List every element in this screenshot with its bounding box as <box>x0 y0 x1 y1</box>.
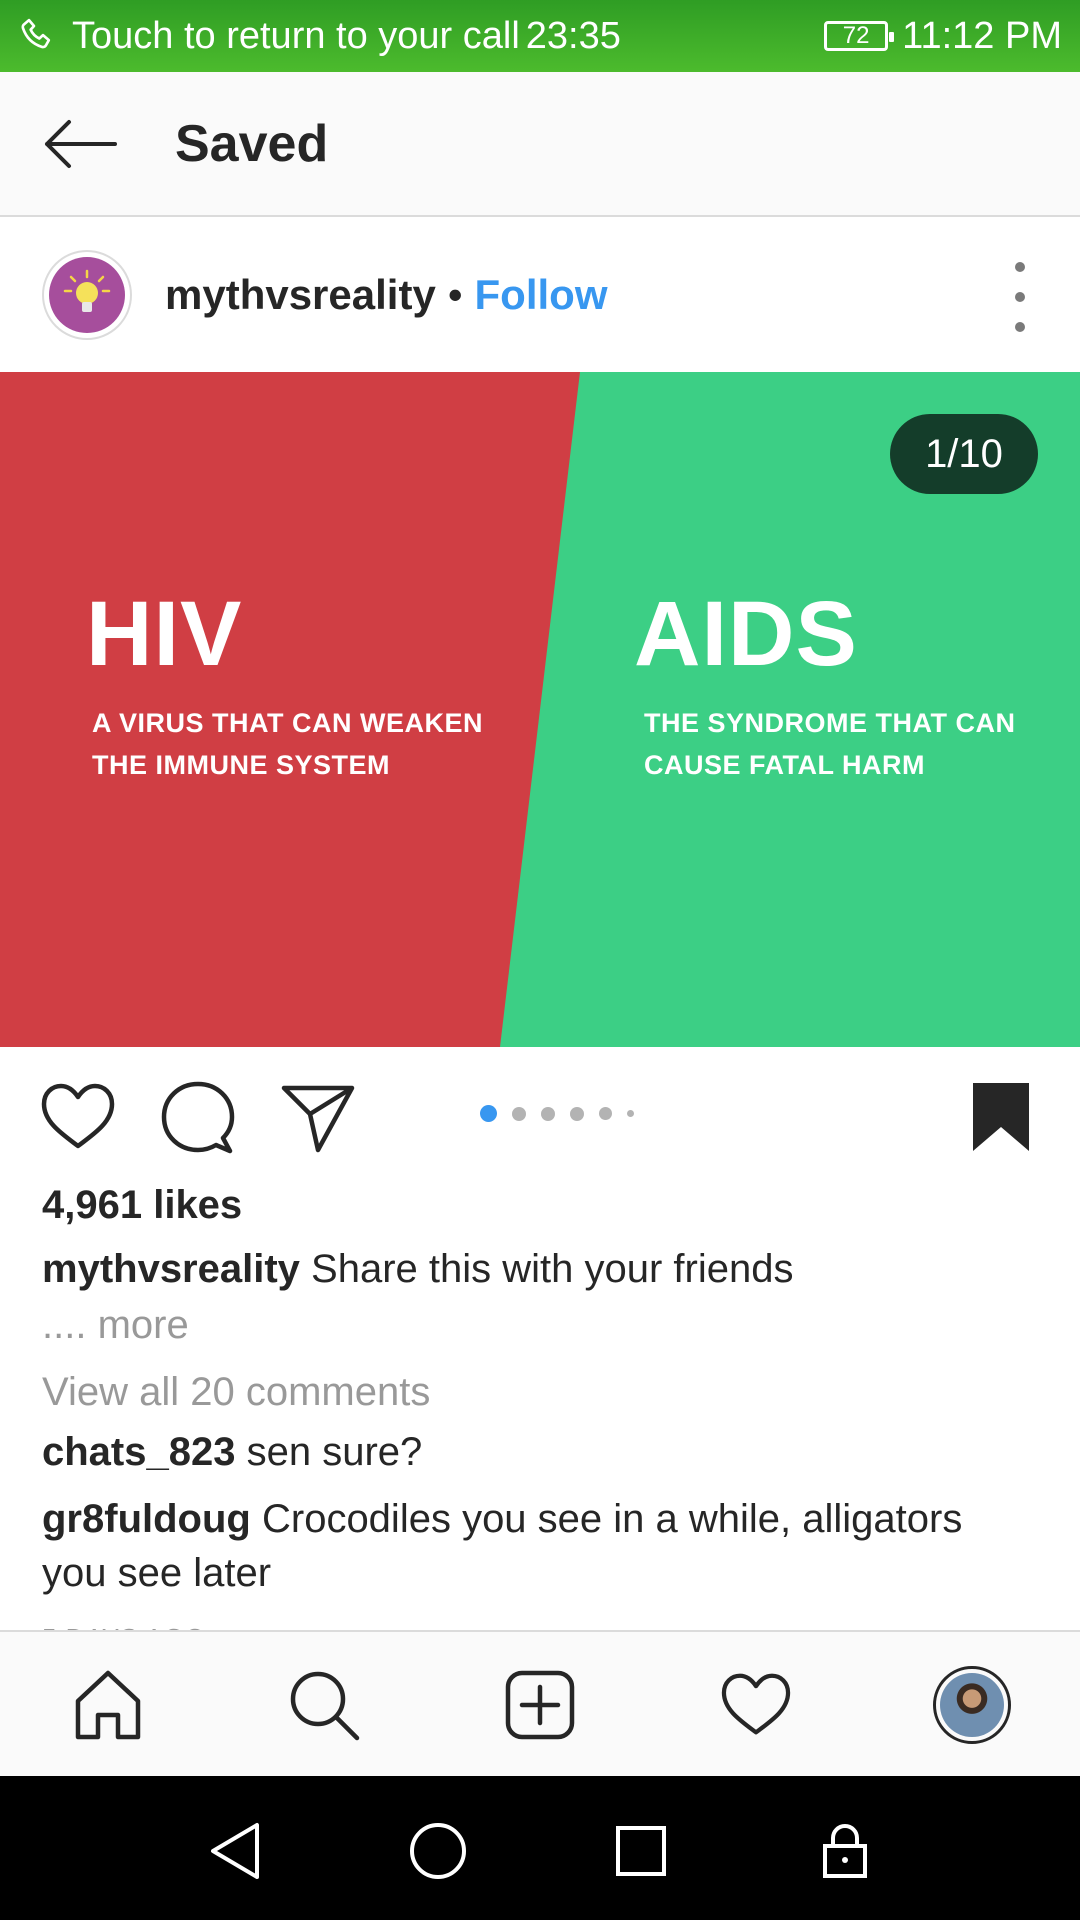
battery-level: 72 <box>842 22 870 49</box>
back-button[interactable] <box>25 94 135 194</box>
comment-username[interactable]: gr8fuldoug <box>42 1497 251 1541</box>
arrow-left-icon <box>45 119 117 168</box>
separator-dot: • <box>447 270 463 318</box>
profile-avatar <box>940 1673 1004 1737</box>
aids-subtitle-line1: THE SYNDROME THAT CAN <box>644 708 1016 738</box>
comment-text: sen sure? <box>246 1430 423 1474</box>
home-circle-icon <box>410 1823 466 1879</box>
caption-username[interactable]: mythvsreality <box>42 1247 300 1291</box>
add-post-icon <box>505 1670 575 1740</box>
caption-more-link[interactable]: .... more <box>42 1303 189 1348</box>
back-triangle-icon <box>211 1823 259 1879</box>
nav-new-post[interactable] <box>500 1665 580 1745</box>
phone-call-icon <box>21 18 51 49</box>
carousel-dot <box>570 1106 584 1121</box>
comment-icon <box>161 1081 235 1154</box>
carousel-dot <box>599 1107 612 1120</box>
caption-text: Share this with your friends <box>311 1247 794 1291</box>
system-home-button[interactable] <box>403 1816 473 1886</box>
hiv-subtitle-line1: A VIRUS THAT CAN WEAKEN <box>92 708 483 738</box>
heart-icon <box>41 1083 115 1149</box>
save-button[interactable] <box>961 1077 1041 1157</box>
status-bar[interactable]: Touch to return to your call 23:35 72 11… <box>0 0 1080 72</box>
likes-count[interactable]: 4,961 likes <box>42 1183 242 1228</box>
post-username[interactable]: mythvsreality <box>165 271 436 319</box>
share-button[interactable] <box>278 1077 358 1157</box>
carousel-dot <box>512 1106 526 1121</box>
system-back-button[interactable] <box>200 1816 270 1886</box>
call-timer: 23:35 <box>525 14 621 57</box>
carousel-indicator <box>480 1105 649 1122</box>
recents-square-icon <box>616 1826 666 1876</box>
carousel-dot <box>627 1110 634 1117</box>
activity-heart-icon <box>721 1673 791 1735</box>
carousel-counter: 1/10 <box>890 414 1038 494</box>
comment-username[interactable]: chats_823 <box>42 1430 235 1474</box>
page-title: Saved <box>175 114 329 173</box>
comment-item: chats_823 sen sure? <box>42 1425 1032 1479</box>
hiv-subtitle-line2: THE IMMUNE SYSTEM <box>92 750 391 780</box>
system-navigation-bar <box>0 1776 1080 1920</box>
screen-lock-button[interactable] <box>810 1816 880 1886</box>
more-options-icon[interactable] <box>1000 262 1040 332</box>
follow-button[interactable]: Follow <box>475 271 608 319</box>
return-to-call-text: Touch to return to your call <box>72 14 520 57</box>
system-recents-button[interactable] <box>606 1816 676 1886</box>
lightbulb-icon <box>63 269 111 312</box>
carousel-dot <box>541 1106 555 1121</box>
comment-button[interactable] <box>158 1077 238 1157</box>
nav-home[interactable] <box>68 1665 148 1745</box>
aids-subtitle-line2: CAUSE FATAL HARM <box>644 750 925 780</box>
bottom-navigation <box>0 1630 1080 1776</box>
search-icon <box>290 1671 360 1741</box>
screen-lock-icon <box>823 1824 867 1878</box>
like-button[interactable] <box>38 1077 118 1157</box>
nav-search[interactable] <box>284 1665 364 1745</box>
clock: 11:12 PM <box>902 14 1062 57</box>
post-image-carousel[interactable]: HIV A VIRUS THAT CAN WEAKEN THE IMMUNE S… <box>0 372 1080 1047</box>
caption: mythvsreality Share this with your frien… <box>42 1247 1042 1292</box>
carousel-dot-active <box>480 1105 497 1122</box>
top-app-bar: Saved <box>0 72 1080 217</box>
aids-title: AIDS <box>634 583 858 685</box>
comment-item: gr8fuldoug Crocodiles you see in a while… <box>42 1492 1032 1600</box>
nav-activity[interactable] <box>716 1665 796 1745</box>
view-all-comments-link[interactable]: View all 20 comments <box>42 1370 430 1415</box>
post-header: mythvsreality • Follow <box>0 217 1080 372</box>
nav-profile[interactable] <box>932 1665 1012 1745</box>
battery-icon: 72 <box>824 21 895 51</box>
home-icon <box>75 1670 141 1740</box>
post-avatar[interactable] <box>42 249 132 340</box>
hiv-title: HIV <box>86 583 243 685</box>
paper-plane-icon <box>281 1085 355 1153</box>
bookmark-filled-icon <box>973 1083 1029 1151</box>
